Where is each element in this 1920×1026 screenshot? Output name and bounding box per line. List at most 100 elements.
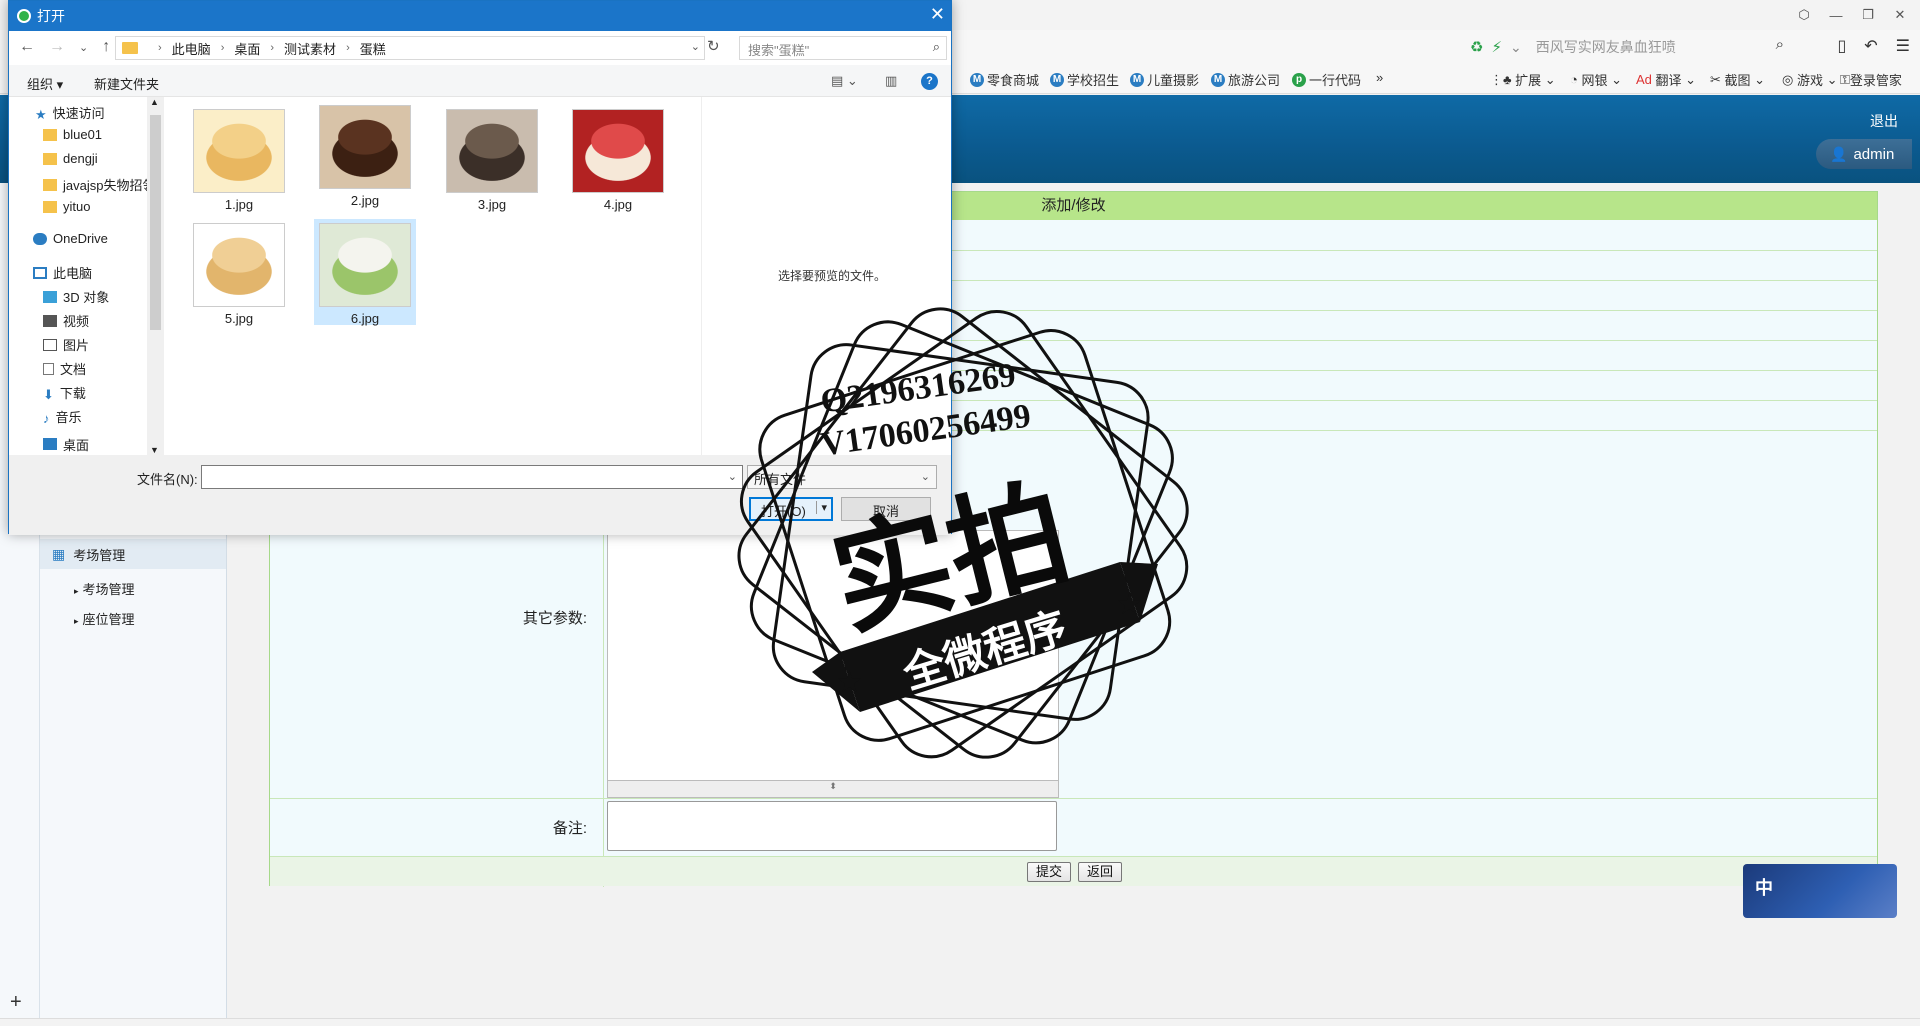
nav-item-folder[interactable]: dengji	[43, 151, 98, 166]
file-item[interactable]: 6.jpg	[314, 219, 416, 326]
forward-arrow-icon[interactable]: →	[49, 38, 65, 56]
up-arrow-icon[interactable]: ↑	[102, 38, 110, 56]
sidebar-section-exam-rooms[interactable]: ▦ 考场管理	[40, 539, 226, 569]
file-item[interactable]: 3.jpg	[441, 105, 543, 212]
breadcrumb-item[interactable]: 桌面	[234, 39, 260, 58]
breadcrumb-item[interactable]: 蛋糕	[360, 39, 386, 58]
open-button[interactable]: 打开(O) ▾	[749, 497, 833, 521]
lightning-icon[interactable]: ⚡	[1491, 38, 1502, 56]
nav-item-3d-objects[interactable]: 3D 对象	[43, 287, 109, 306]
breadcrumb-item[interactable]: 此电脑	[172, 39, 211, 58]
address-bar[interactable]: › 此电脑 › 桌面 › 测试素材 › 蛋糕 ⌄	[115, 36, 705, 60]
bookmark-item[interactable]: M 零食商城	[970, 70, 1039, 89]
breadcrumb-item[interactable]: 测试素材	[284, 39, 336, 58]
bookmark-item[interactable]: M 学校招生	[1050, 70, 1119, 89]
back-button[interactable]: 返回	[1078, 862, 1123, 882]
chevron-down-icon[interactable]: ⌄	[921, 470, 930, 483]
nav-item-folder[interactable]: blue01	[43, 127, 102, 142]
dialog-search-input[interactable]: 搜索"蛋糕" ⌕	[739, 36, 947, 60]
preview-pane-icon[interactable]: ▥	[885, 73, 897, 89]
user-chip[interactable]: 👤 admin	[1816, 139, 1912, 169]
chevron-right-icon[interactable]: ›	[158, 42, 162, 54]
plus-icon[interactable]: +	[10, 991, 22, 1014]
chevron-right-icon[interactable]: ›	[221, 42, 225, 54]
scrollbar-thumb[interactable]	[150, 115, 161, 330]
nav-item-documents[interactable]: 文档	[43, 359, 86, 378]
organize-menu[interactable]: 组织 ▾	[27, 74, 63, 93]
editor-resize-handle[interactable]: ⬍	[607, 780, 1059, 798]
extension-item[interactable]: ⋮♣ 扩展 ⌄	[1490, 70, 1556, 89]
close-icon[interactable]: ✕	[930, 4, 945, 25]
browser-search-placeholder[interactable]: 西风写实网友鼻血狂喷	[1536, 37, 1676, 57]
nav-item-pictures[interactable]: 图片	[43, 335, 89, 354]
minimize-icon[interactable]: —	[1824, 4, 1848, 26]
extension-item[interactable]: ✂ 截图 ⌄	[1710, 70, 1765, 89]
remark-textarea[interactable]	[607, 801, 1057, 851]
chevron-right-icon[interactable]: ›	[270, 42, 274, 54]
nav-item-downloads[interactable]: ⬇ 下载	[43, 383, 86, 402]
bookmark-item[interactable]: M 儿童摄影	[1130, 70, 1199, 89]
chevron-down-icon[interactable]: ⌄	[1510, 39, 1522, 56]
nav-item-this-pc[interactable]: 此电脑	[33, 263, 92, 282]
refresh-icon[interactable]: ↻	[707, 37, 720, 55]
close-window-icon[interactable]: ✕	[1888, 4, 1912, 26]
video-icon	[43, 314, 57, 327]
filename-input[interactable]: ⌄	[201, 465, 743, 489]
browser-statusbar	[0, 1018, 1920, 1026]
scroll-up-icon[interactable]: ▲	[150, 97, 159, 107]
file-item[interactable]: 1.jpg	[188, 105, 290, 212]
menu-icon[interactable]: ☰	[1896, 36, 1910, 56]
bookmark-icon[interactable]: ▯	[1837, 36, 1846, 56]
recycle-icon[interactable]: ♻	[1470, 38, 1483, 56]
submit-button[interactable]: 提交	[1027, 862, 1072, 882]
change-view-icon[interactable]: ▤ ⌄	[831, 73, 858, 89]
nav-item-videos[interactable]: 视频	[43, 311, 89, 330]
cancel-button[interactable]: 取消	[841, 497, 931, 521]
skin-icon[interactable]: ⬡	[1792, 4, 1816, 26]
m-site-icon: M	[1211, 72, 1225, 87]
form-button-row: 提交 返回	[270, 856, 1877, 886]
file-item[interactable]: 4.jpg	[567, 105, 669, 212]
help-icon[interactable]: ?	[921, 73, 938, 90]
restore-icon[interactable]: ❐	[1856, 4, 1880, 26]
nav-item-music[interactable]: ♪ 音乐	[43, 407, 82, 426]
bookmarks-overflow[interactable]: »	[1376, 70, 1383, 85]
bookmark-item[interactable]: p 一行代码	[1292, 70, 1361, 89]
undo-icon[interactable]: ↶	[1864, 36, 1877, 56]
new-folder-button[interactable]: 新建文件夹	[94, 74, 159, 93]
chevron-down-icon[interactable]: ⌄	[691, 40, 700, 53]
sidebar-item-exam-room[interactable]: ▸ 考场管理	[74, 579, 135, 598]
search-icon[interactable]: ⌕	[933, 39, 940, 55]
bookmark-item[interactable]: M 旅游公司	[1211, 70, 1280, 89]
chevron-right-icon[interactable]: ›	[346, 42, 350, 54]
recent-chevron-icon[interactable]: ⌄	[79, 38, 88, 56]
filetype-select[interactable]: 所有文件 ⌄	[747, 465, 937, 489]
extension-item[interactable]: ◔ 网银 ⌄	[1570, 70, 1622, 89]
folder-icon	[43, 178, 57, 191]
nav-item-quick-access[interactable]: ★ 快速访问	[35, 103, 105, 122]
extension-item[interactable]: ⚿ 登录管家	[1840, 70, 1902, 89]
nav-item-folder[interactable]: javajsp失物招领	[43, 175, 155, 194]
nav-scrollbar[interactable]: ▲ ▼	[147, 97, 164, 455]
calendar-icon: ▦	[52, 545, 66, 562]
nav-item-folder[interactable]: yituo	[43, 199, 90, 214]
nav-item-desktop[interactable]: 桌面	[43, 435, 143, 453]
chevron-down-icon[interactable]: ⌄	[728, 470, 737, 483]
nav-item-onedrive[interactable]: OneDrive	[33, 231, 108, 246]
m-site-icon: M	[970, 72, 984, 87]
logout-link[interactable]: 退出	[1870, 111, 1898, 131]
scroll-down-icon[interactable]: ▼	[150, 445, 159, 455]
extension-item[interactable]: ◎ 游戏 ⌄	[1782, 70, 1838, 89]
chevron-down-icon[interactable]: ▾	[816, 501, 827, 514]
browser-search-box[interactable]: ♻ ⚡ ⌄ 西风写实网友鼻血狂喷 ⌕	[1470, 34, 1784, 60]
extension-item[interactable]: Ad 翻译 ⌄	[1636, 70, 1696, 89]
ime-status-widget[interactable]: 中	[1743, 864, 1897, 918]
file-item[interactable]: 2.jpg	[314, 101, 416, 208]
search-icon[interactable]: ⌕	[1776, 36, 1784, 53]
file-open-dialog: 打开 ✕ ← → ⌄ ↑ › 此电脑 › 桌面 › 测试素材 › 蛋糕 ⌄ ↻ …	[8, 0, 952, 535]
file-item[interactable]: 5.jpg	[188, 219, 290, 326]
nav-buttons: ← → ⌄ ↑	[19, 38, 110, 56]
sidebar-item-seat[interactable]: ▸ 座位管理	[74, 609, 135, 628]
rich-text-editor[interactable]	[607, 530, 1059, 798]
back-arrow-icon[interactable]: ←	[19, 38, 35, 56]
